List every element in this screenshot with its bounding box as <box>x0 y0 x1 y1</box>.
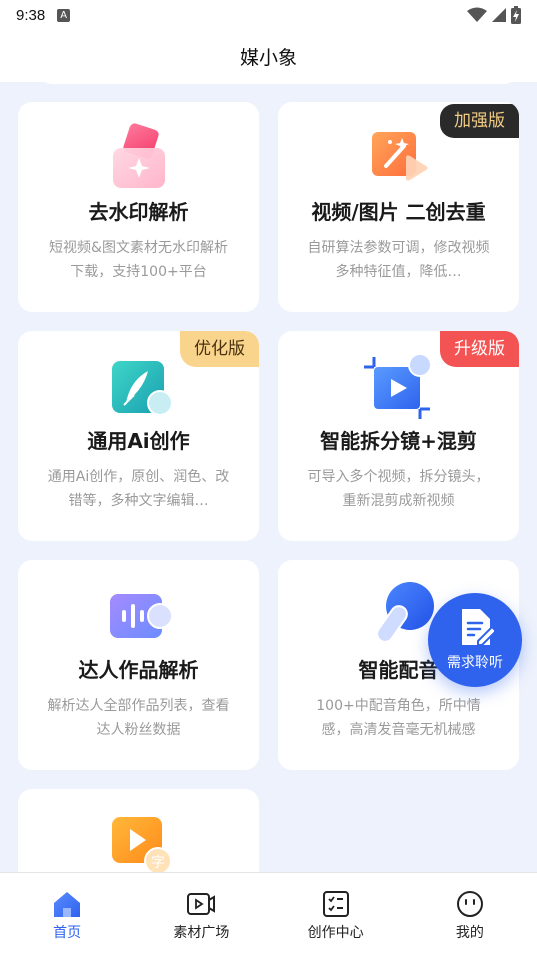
tab-home[interactable]: 首页 <box>0 873 134 954</box>
card-title: 去水印解析 <box>88 200 189 224</box>
badge-enhanced: 加强版 <box>440 104 519 138</box>
card-title: 通用Ai创作 <box>87 429 190 453</box>
tab-label: 创作中心 <box>307 925 364 941</box>
feather-pen-icon <box>104 351 174 421</box>
watermark-icon <box>104 122 174 192</box>
tab-materials[interactable]: 素材广场 <box>134 873 268 954</box>
app-title: 媒小象 <box>239 46 297 69</box>
battery-charging-icon <box>511 6 521 24</box>
card-description: 100+中配音角色，所中情感，高清发音毫无机械感 <box>316 698 481 738</box>
home-icon <box>54 892 81 917</box>
notification-icon: A <box>57 8 71 22</box>
feature-card-split-mix[interactable]: 升级版 智能拆分镜+混剪 可导入多个视频，拆分镜头，重新混剪成新视频 <box>278 331 519 541</box>
cellular-signal-icon <box>492 8 506 22</box>
card-description: 可导入多个视频，拆分镜头，重新混剪成新视频 <box>307 469 490 509</box>
title-bar: 媒小象 <box>0 30 537 82</box>
feature-card-remix[interactable]: 加强版 视频/图片 二创去重 自研算法参数可调，修改视频多种特征值，降低… <box>278 102 519 312</box>
feature-card-creator-analysis[interactable]: 达人作品解析 解析达人全部作品列表，查看达人粉丝数据 <box>18 560 259 770</box>
video-library-icon <box>187 893 216 915</box>
wifi-icon <box>467 7 487 22</box>
svg-text:字: 字 <box>151 855 165 871</box>
edit-document-icon <box>462 609 494 646</box>
tab-creation-center[interactable]: 创作中心 <box>269 873 403 954</box>
card-description: 自研算法参数可调，修改视频多种特征值，降低… <box>307 240 490 280</box>
audio-wave-icon <box>104 580 174 650</box>
card-title: 智能拆分镜+混剪 <box>320 429 477 453</box>
card-description: 解析达人全部作品列表，查看达人粉丝数据 <box>47 698 230 738</box>
card-description: 短视频&图文素材无水印解析下载，支持100+平台 <box>49 240 228 280</box>
status-time: 9:38 <box>16 6 46 24</box>
video-subtitle-icon: 字 <box>104 809 174 872</box>
magic-video-icon <box>364 122 434 192</box>
profile-face-icon <box>456 891 483 917</box>
feature-card-ai-writing[interactable]: 优化版 通用Ai创作 通用Ai创作，原创、润色、改错等，多种文字编辑… <box>18 331 259 541</box>
previous-card-edge <box>40 82 516 84</box>
badge-upgraded: 升级版 <box>440 331 519 367</box>
tab-label: 我的 <box>455 925 484 941</box>
card-title: 视频/图片 二创去重 <box>311 200 486 224</box>
microphone-icon <box>364 580 434 650</box>
status-bar: 9:38 A <box>0 0 537 30</box>
status-indicators <box>467 6 521 24</box>
checklist-icon <box>322 891 349 917</box>
tab-mine[interactable]: 我的 <box>403 873 537 954</box>
fab-label: 需求聆听 <box>447 655 503 671</box>
tab-label: 素材广场 <box>173 925 230 941</box>
requirement-feedback-button[interactable]: 需求聆听 <box>428 593 522 687</box>
feature-grid[interactable]: 去水印解析 短视频&图文素材无水印解析下载，支持100+平台 加强版 视频/图片… <box>0 82 537 872</box>
card-description: 通用Ai创作，原创、润色、改错等，多种文字编辑… <box>47 469 230 509</box>
feature-card-watermark[interactable]: 去水印解析 短视频&图文素材无水印解析下载，支持100+平台 <box>18 102 259 312</box>
card-title: 达人作品解析 <box>78 658 199 682</box>
crop-video-icon <box>363 351 434 421</box>
feature-card-subtitle[interactable]: 字 <box>18 789 259 872</box>
bottom-tab-bar: 首页 素材广场 创作中心 我的 <box>0 872 537 954</box>
badge-optimized: 优化版 <box>180 331 259 367</box>
tab-label: 首页 <box>53 925 82 941</box>
